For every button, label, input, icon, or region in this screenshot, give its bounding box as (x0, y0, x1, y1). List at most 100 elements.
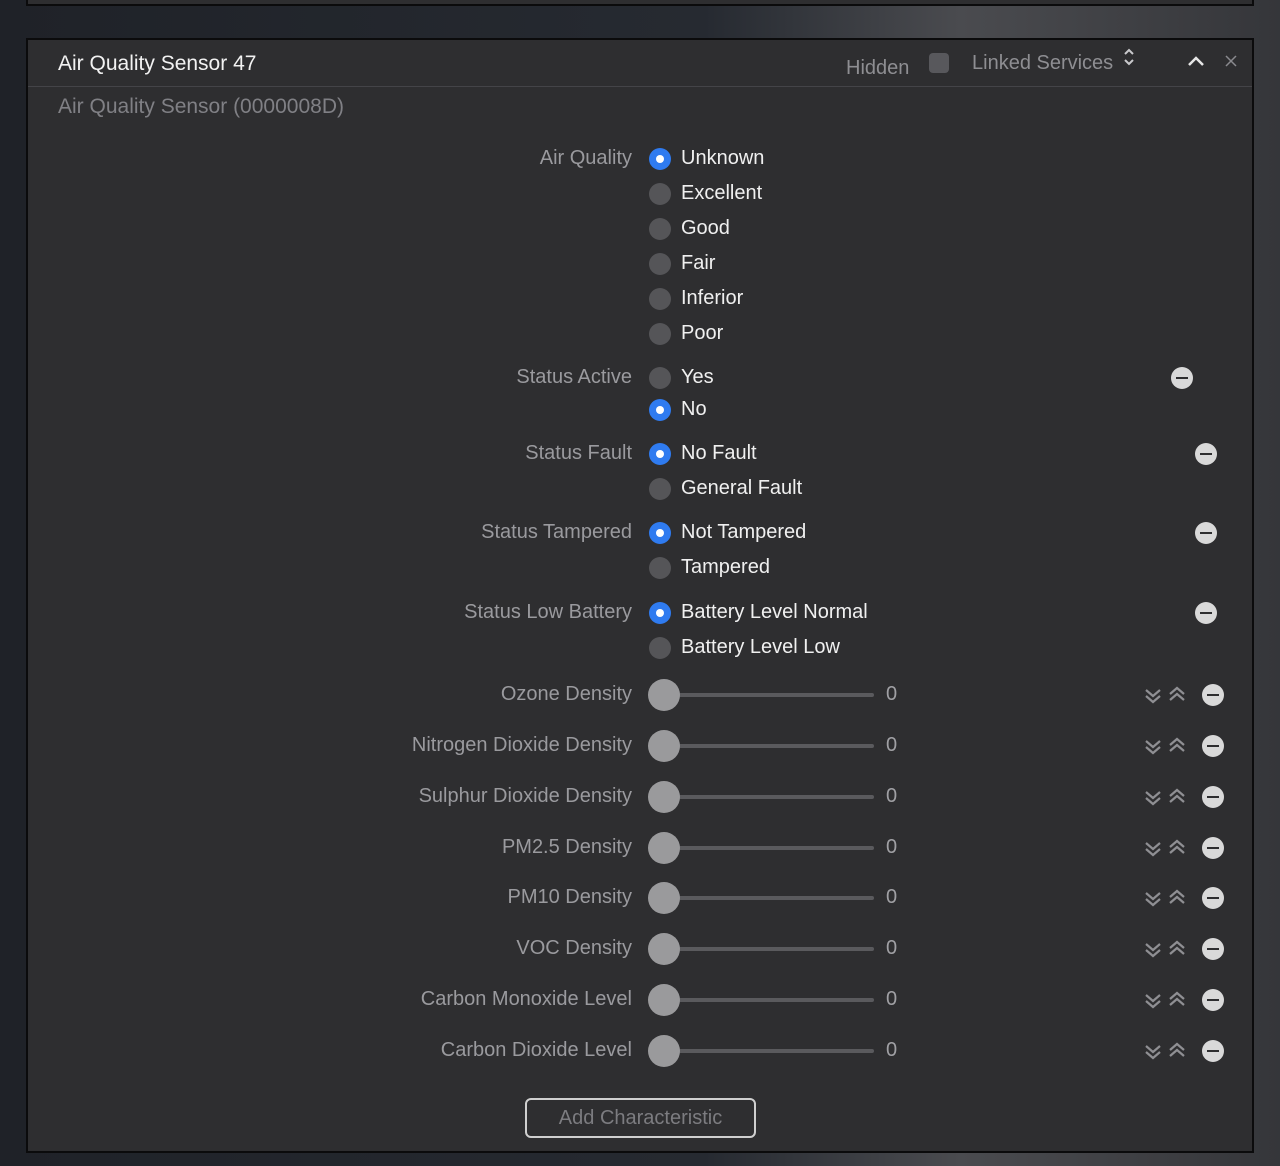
double-chevron-down-icon[interactable] (1144, 992, 1162, 1010)
status-fault-option-label: General Fault (681, 477, 803, 499)
remove-characteristic-icon[interactable] (1171, 367, 1193, 389)
slider-label: Carbon Monoxide Level (420, 988, 632, 1010)
status-active-option-label: No (681, 398, 707, 420)
double-chevron-down-icon[interactable] (1144, 1043, 1162, 1061)
air-quality-option-label: Excellent (681, 182, 763, 204)
air-quality-radio[interactable] (649, 323, 671, 345)
previous-service-card (26, 0, 1254, 6)
air-quality-radio[interactable] (649, 253, 671, 275)
collapse-chevron-icon[interactable] (1186, 54, 1206, 68)
add-characteristic-button[interactable]: Add Characteristic (525, 1098, 756, 1138)
slider-track[interactable] (664, 795, 874, 799)
status-fault-radio[interactable] (649, 443, 671, 465)
remove-characteristic-icon[interactable] (1202, 786, 1224, 808)
slider-value: 0 (886, 886, 898, 908)
status-active-label: Status Active (516, 366, 632, 388)
status-low-battery-radio[interactable] (649, 602, 671, 624)
remove-characteristic-icon[interactable] (1202, 1040, 1224, 1062)
double-chevron-up-icon[interactable] (1168, 685, 1186, 703)
status-low-battery-option-label: Battery Level Normal (681, 601, 868, 623)
slider-thumb[interactable] (648, 781, 680, 813)
status-tampered-label: Status Tampered (481, 521, 632, 543)
air-quality-radio[interactable] (649, 288, 671, 310)
double-chevron-up-icon[interactable] (1168, 736, 1186, 754)
status-low-battery-option-label: Battery Level Low (681, 636, 840, 658)
slider-value: 0 (886, 683, 898, 705)
double-chevron-down-icon[interactable] (1144, 840, 1162, 858)
slider-value: 0 (886, 988, 898, 1010)
remove-characteristic-icon[interactable] (1202, 837, 1224, 859)
slider-value: 0 (886, 734, 898, 756)
slider-thumb[interactable] (648, 730, 680, 762)
status-fault-option-label: No Fault (681, 442, 757, 464)
slider-label: PM10 Density (507, 886, 633, 908)
remove-characteristic-icon[interactable] (1195, 602, 1217, 624)
status-tampered-radio[interactable] (649, 557, 671, 579)
air-quality-radio[interactable] (649, 218, 671, 240)
remove-characteristic-icon[interactable] (1195, 522, 1217, 544)
double-chevron-up-icon[interactable] (1168, 990, 1186, 1008)
air-quality-radio[interactable] (649, 148, 671, 170)
double-chevron-up-icon[interactable] (1168, 838, 1186, 856)
double-chevron-down-icon[interactable] (1144, 890, 1162, 908)
status-active-option-label: Yes (681, 366, 714, 388)
service-panel: Air Quality Sensor 47 Hidden Linked Serv… (26, 38, 1254, 1153)
slider-track[interactable] (664, 1049, 874, 1053)
slider-label: Ozone Density (500, 683, 632, 705)
slider-value: 0 (886, 836, 898, 858)
status-fault-radio[interactable] (649, 478, 671, 500)
linked-services-select[interactable]: Linked Services (972, 52, 1113, 75)
header-divider (28, 86, 1252, 87)
slider-track[interactable] (664, 998, 874, 1002)
double-chevron-up-icon[interactable] (1168, 787, 1186, 805)
status-low-battery-radio[interactable] (649, 637, 671, 659)
slider-label: Sulphur Dioxide Density (418, 785, 632, 807)
slider-value: 0 (886, 1039, 898, 1061)
hidden-checkbox[interactable] (929, 53, 949, 73)
slider-thumb[interactable] (648, 984, 680, 1016)
status-tampered-option-label: Not Tampered (681, 521, 807, 543)
slider-track[interactable] (664, 744, 874, 748)
remove-characteristic-icon[interactable] (1202, 938, 1224, 960)
status-active-radio[interactable] (649, 399, 671, 421)
slider-track[interactable] (664, 693, 874, 697)
remove-characteristic-icon[interactable] (1202, 684, 1224, 706)
remove-characteristic-icon[interactable] (1202, 735, 1224, 757)
remove-characteristic-icon[interactable] (1202, 887, 1224, 909)
double-chevron-down-icon[interactable] (1144, 687, 1162, 705)
status-tampered-radio[interactable] (649, 522, 671, 544)
remove-characteristic-icon[interactable] (1202, 989, 1224, 1011)
slider-track[interactable] (664, 947, 874, 951)
double-chevron-down-icon[interactable] (1144, 789, 1162, 807)
double-chevron-down-icon[interactable] (1144, 941, 1162, 959)
status-tampered-option-label: Tampered (681, 556, 770, 578)
hidden-label: Hidden (846, 57, 910, 79)
air-quality-option-label: Good (681, 217, 730, 239)
air-quality-label: Air Quality (539, 147, 632, 169)
slider-thumb[interactable] (648, 679, 680, 711)
double-chevron-up-icon[interactable] (1168, 939, 1186, 957)
remove-characteristic-icon[interactable] (1195, 443, 1217, 465)
air-quality-radio[interactable] (649, 183, 671, 205)
slider-thumb[interactable] (648, 882, 680, 914)
status-low-battery-label: Status Low Battery (464, 601, 632, 623)
status-fault-label: Status Fault (525, 442, 632, 464)
status-active-radio[interactable] (649, 367, 671, 389)
slider-thumb[interactable] (648, 832, 680, 864)
slider-thumb[interactable] (648, 933, 680, 965)
air-quality-option-label: Fair (681, 252, 716, 274)
air-quality-option-label: Poor (681, 322, 724, 344)
double-chevron-up-icon[interactable] (1168, 888, 1186, 906)
slider-thumb[interactable] (648, 1035, 680, 1067)
service-subtitle: Air Quality Sensor (0000008D) (58, 95, 344, 118)
close-icon[interactable] (1224, 54, 1238, 68)
slider-label: Nitrogen Dioxide Density (411, 734, 632, 756)
slider-track[interactable] (664, 846, 874, 850)
slider-label: Carbon Dioxide Level (440, 1039, 632, 1061)
air-quality-option-label: Inferior (681, 287, 744, 309)
double-chevron-up-icon[interactable] (1168, 1041, 1186, 1059)
slider-label: PM2.5 Density (501, 836, 632, 858)
slider-value: 0 (886, 937, 898, 959)
double-chevron-down-icon[interactable] (1144, 738, 1162, 756)
slider-track[interactable] (664, 896, 874, 900)
